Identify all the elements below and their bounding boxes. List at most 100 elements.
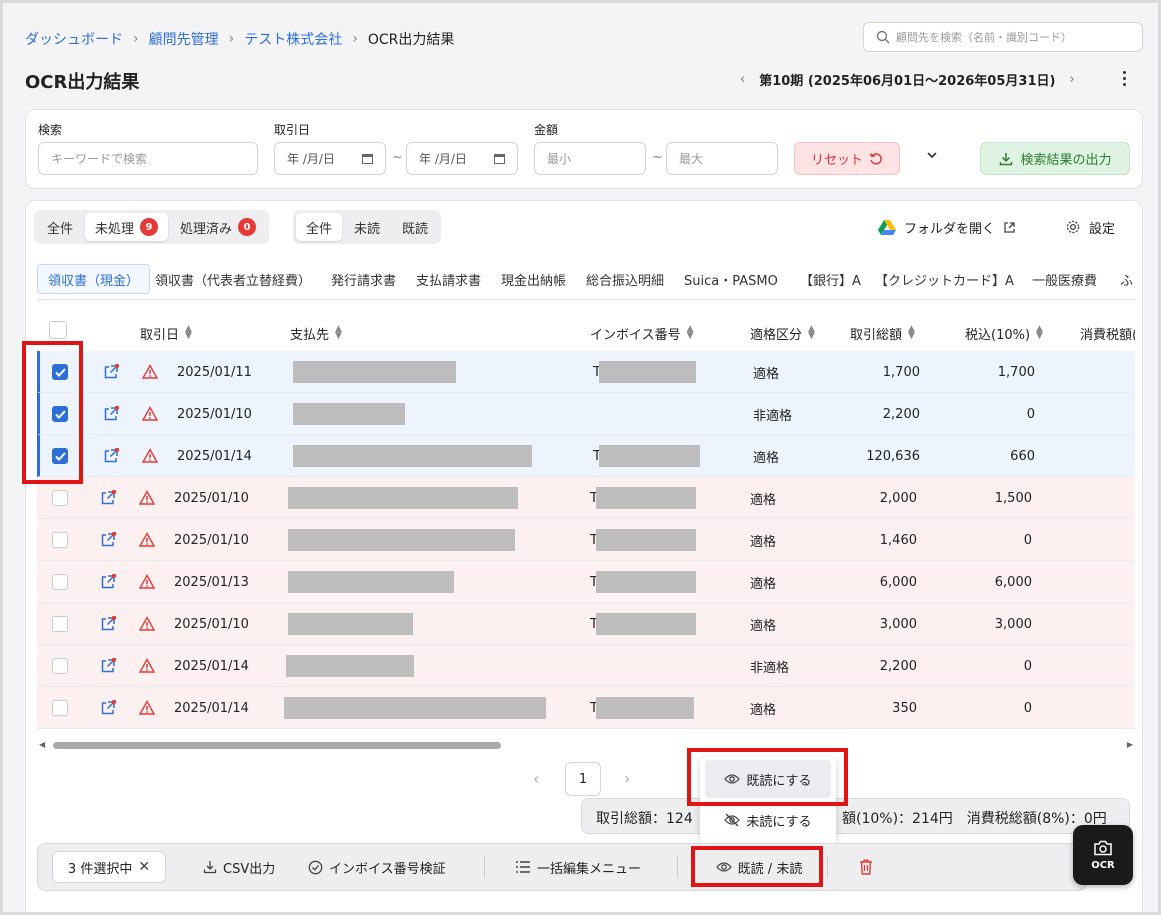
table-row[interactable]: 2025/01/10 T 適格 2,000 1,500 (37, 477, 1135, 519)
read-all-tab[interactable]: 全件 (296, 213, 343, 241)
breadcrumb-company[interactable]: テスト株式会社 (244, 29, 342, 49)
warning-icon (141, 406, 159, 422)
status-unprocessed-tab[interactable]: 未処理 9 (85, 213, 169, 241)
tab-medical[interactable]: 一般医療費 (1032, 264, 1097, 294)
open-document-icon[interactable] (103, 363, 120, 380)
tab-suica-pasmo[interactable]: Suica・PASMO (684, 264, 778, 294)
calendar-icon[interactable] (362, 153, 373, 164)
page-next-button[interactable]: › (624, 769, 630, 788)
page-number-button[interactable]: 1 (565, 762, 601, 796)
table-row[interactable]: 2025/01/11 T 適格 1,700 1,700 (37, 351, 1135, 393)
csv-export-button[interactable]: CSV出力 (203, 855, 275, 879)
expand-filters-icon[interactable] (925, 148, 939, 162)
scroll-right-arrow[interactable]: ▶ (1127, 740, 1133, 749)
export-results-button[interactable]: 検索結果の出力 (980, 142, 1130, 175)
open-document-icon[interactable] (100, 489, 117, 506)
tab-receipt-cash[interactable]: 領収書（現金） (37, 264, 151, 294)
table-row[interactable]: 2025/01/10 T 適格 1,460 0 (37, 519, 1135, 561)
calendar-icon[interactable] (494, 153, 505, 164)
client-search-input[interactable]: 顧問先を検索（名前・識別コード） (863, 22, 1143, 52)
tab-payment-invoice[interactable]: 支払請求書 (416, 264, 481, 294)
tab-bank-a[interactable]: 【銀行】A (800, 264, 861, 294)
ocr-camera-button[interactable]: OCR (1073, 825, 1133, 885)
read-unread-tab[interactable]: 未読 (344, 213, 390, 241)
scroll-left-arrow[interactable]: ◀ (39, 740, 45, 749)
invoice-check-button[interactable]: インボイス番号検証 (308, 855, 446, 879)
row-checkbox[interactable] (52, 658, 68, 674)
read-read-tab[interactable]: 既読 (392, 213, 438, 241)
tab-issued-invoice[interactable]: 発行請求書 (331, 264, 396, 294)
col-header-eligibility[interactable]: 適格区分 ▲ ▼ (750, 321, 815, 345)
open-document-icon[interactable] (100, 573, 117, 590)
tab-receipt-expense[interactable]: 領収書（代表者立替経費） (155, 264, 311, 294)
open-document-icon[interactable] (103, 447, 120, 464)
cell-total: 1,700 (882, 364, 920, 380)
table-row[interactable]: 2025/01/10 T 適格 3,000 3,000 (37, 603, 1135, 645)
cell-tax10: 0 (1023, 700, 1032, 716)
open-document-icon[interactable] (100, 657, 117, 674)
processed-count-badge: 0 (238, 218, 257, 236)
reset-button[interactable]: リセット (794, 142, 900, 175)
period-next-button[interactable]: › (1069, 72, 1074, 87)
payee-redacted (288, 571, 454, 593)
tab-cash-book[interactable]: 現金出納帳 (501, 264, 566, 294)
status-all-tab[interactable]: 全件 (37, 213, 83, 241)
invoice-number-redacted (599, 361, 696, 383)
page-prev-button[interactable]: ‹ (533, 769, 539, 788)
cell-total: 6,000 (879, 574, 917, 590)
col-header-tax10[interactable]: 税込(10%) ▲ ▼ (965, 321, 1043, 345)
highlight-mark-read (687, 748, 848, 806)
period-prev-button[interactable]: ‹ (740, 72, 745, 87)
col-header-total[interactable]: 取引総額 ▲ ▼ (850, 321, 915, 345)
amount-max-input[interactable]: 最大 (666, 142, 778, 175)
table-row[interactable]: 2025/01/14 非適格 2,200 0 (37, 645, 1135, 687)
payee-redacted (293, 361, 456, 383)
open-folder-button[interactable]: フォルダを開く (878, 216, 1016, 238)
date-from-input[interactable]: 年 /月/日 (274, 142, 386, 175)
bulk-edit-button[interactable]: 一括編集メニュー (515, 855, 641, 879)
table-row[interactable]: 2025/01/13 T 適格 6,000 6,000 (37, 561, 1135, 603)
table-row[interactable]: 2025/01/14 T 適格 120,636 660 (37, 435, 1135, 477)
open-document-icon[interactable] (103, 405, 120, 422)
row-checkbox[interactable] (52, 532, 68, 548)
select-all-checkbox[interactable] (49, 321, 67, 339)
delete-icon[interactable] (859, 859, 873, 875)
col-eligibility-label: 適格区分 (750, 327, 803, 343)
tab-more[interactable]: ふ (1120, 264, 1133, 294)
row-checkbox[interactable] (52, 616, 68, 632)
more-menu-icon[interactable] (1121, 69, 1127, 87)
status-processed-tab[interactable]: 処理済み 0 (170, 213, 266, 241)
col-header-consumption-tax[interactable]: 消費税額( (1080, 321, 1135, 345)
horizontal-scrollbar[interactable]: ◀ ▶ (37, 739, 1135, 751)
close-icon[interactable]: ✕ (138, 859, 150, 875)
period-selector: ‹ 第10期 (2025年06月01日〜2026年05月31日) › (740, 69, 1075, 89)
mark-unread-menu-item[interactable]: 未読にする (705, 803, 831, 837)
row-checkbox[interactable] (52, 490, 68, 506)
breadcrumb-dashboard[interactable]: ダッシュボード (25, 29, 123, 49)
invoice-number-redacted (596, 571, 696, 593)
col-header-invoice[interactable]: インボイス番号 ▲ ▼ (590, 321, 694, 345)
amount-min-input[interactable]: 最小 (534, 142, 646, 175)
tab-credit-card-a[interactable]: 【クレジットカード】A (875, 264, 1014, 294)
divider (677, 856, 678, 878)
open-document-icon[interactable] (100, 531, 117, 548)
tab-transfer-statement[interactable]: 総合振込明細 (586, 264, 664, 294)
breadcrumb-client-management[interactable]: 顧問先管理 (149, 29, 219, 49)
payee-redacted (288, 487, 518, 509)
settings-button[interactable]: 設定 (1065, 216, 1115, 238)
cell-date: 2025/01/10 (174, 490, 249, 506)
invoice-check-label: インボイス番号検証 (329, 861, 446, 877)
table-row[interactable]: 2025/01/14 T 適格 350 0 (37, 687, 1135, 729)
col-header-date[interactable]: 取引日 ▲ ▼ (140, 321, 192, 345)
scroll-thumb[interactable] (53, 742, 501, 749)
open-document-icon[interactable] (100, 699, 117, 716)
table-row[interactable]: 2025/01/10 非適格 2,200 0 (37, 393, 1135, 435)
row-checkbox[interactable] (52, 574, 68, 590)
keyword-input[interactable]: キーワードで検索 (38, 142, 258, 175)
row-checkbox[interactable] (52, 700, 68, 716)
col-header-payee[interactable]: 支払先 ▲ ▼ (290, 321, 342, 345)
selection-chip[interactable]: 3 件選択中 ✕ (52, 851, 166, 883)
sort-icon: ▲ ▼ (908, 324, 915, 341)
date-to-input[interactable]: 年 /月/日 (406, 142, 518, 175)
open-document-icon[interactable] (100, 615, 117, 632)
